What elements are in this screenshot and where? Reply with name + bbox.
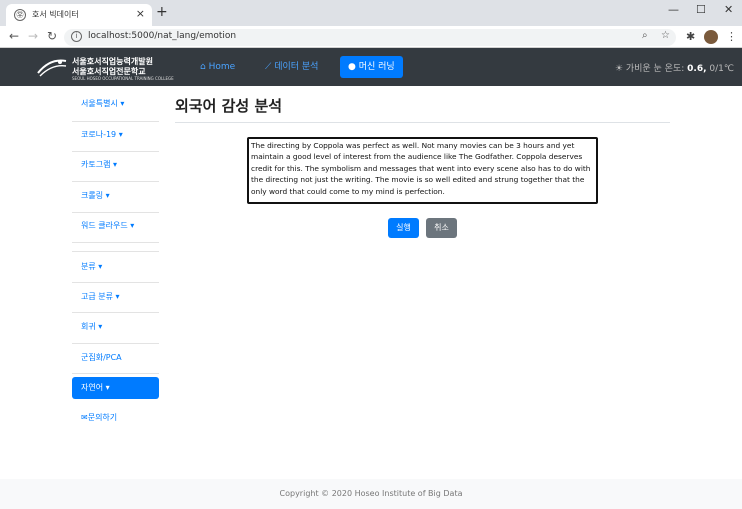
sidebar-item-corona[interactable]: 코로나-19 ▾ <box>72 124 159 146</box>
nav-data-analysis-label: 데이터 분석 <box>274 62 319 72</box>
sidebar-item-contact[interactable]: ✉문의하기 <box>72 407 159 429</box>
bookmark-star-icon[interactable]: ☆ <box>661 30 670 41</box>
temp-unit: 0/1℃ <box>709 64 734 74</box>
college-logo-icon <box>37 59 67 77</box>
back-icon[interactable]: ← <box>9 29 19 43</box>
forward-icon[interactable]: → <box>28 29 38 43</box>
zoom-icon[interactable]: ⌕ <box>642 30 648 41</box>
logo-text-line3: SEOUL HOSEO OCCUPATIONAL TRAINING COLLEG… <box>72 76 174 81</box>
run-button[interactable]: 실행 <box>388 218 419 238</box>
url-input[interactable]: i localhost:5000/nat_lang/emotion ⌕ ☆ <box>64 29 676 46</box>
sidebar-divider <box>72 251 159 252</box>
nav-data-analysis-link[interactable]: ⟋ 데이터 분석 <box>257 56 326 78</box>
envelope-icon: ✉ <box>81 413 88 422</box>
info-icon[interactable]: i <box>71 31 82 42</box>
review-text-input[interactable]: The directing by Coppola was perfect as … <box>247 137 598 204</box>
browser-tab[interactable]: ㉾ 호서 빅데이터 × <box>6 4 152 26</box>
sidebar-divider <box>72 121 159 122</box>
nav-home-label: Home <box>208 62 236 72</box>
sidebar-divider <box>72 181 159 182</box>
window-close-icon[interactable]: ✕ <box>724 3 733 16</box>
reload-icon[interactable]: ↻ <box>47 29 57 43</box>
sidebar-divider <box>72 373 159 374</box>
sidebar-divider <box>72 151 159 152</box>
nav-home-link[interactable]: ⌂ Home <box>192 56 243 78</box>
copyright-text: Copyright © 2020 Hoseo Institute of Big … <box>279 489 463 498</box>
title-divider <box>175 122 670 123</box>
address-bar: ← → ↻ i localhost:5000/nat_lang/emotion … <box>0 26 742 48</box>
temp-value: 0.6 <box>687 64 704 74</box>
maximize-icon[interactable]: ☐ <box>696 3 706 16</box>
menu-kebab-icon[interactable]: ⋮ <box>726 30 737 43</box>
sidebar-item-classification[interactable]: 분류 ▾ <box>72 256 159 278</box>
sidebar-item-natural-language[interactable]: 자연어 ▾ <box>72 377 159 399</box>
chart-icon: ⟋ <box>265 62 272 72</box>
sidebar-divider <box>72 282 159 283</box>
app-navbar: 서울호서직업능력개발원 서울호서직업전문학교 SEOUL HOSEO OCCUP… <box>0 48 742 86</box>
sidebar-item-crawling[interactable]: 크롤링 ▾ <box>72 185 159 207</box>
brain-icon: ● <box>348 62 356 72</box>
sidebar-item-clustering-pca[interactable]: 군집화/PCA <box>72 347 159 369</box>
footer: Copyright © 2020 Hoseo Institute of Big … <box>0 479 742 509</box>
profile-avatar[interactable] <box>704 30 718 44</box>
sidebar-item-contact-label: 문의하기 <box>87 413 118 422</box>
favicon-icon: ㉾ <box>14 9 26 21</box>
temp-label: 가비운 눈 온도: <box>625 64 685 74</box>
tab-title: 호서 빅데이터 <box>32 10 79 19</box>
sidebar-item-advanced-classification[interactable]: 고급 분류 ▾ <box>72 286 159 308</box>
temp-icon: ☀ <box>614 64 623 74</box>
extensions-icon[interactable]: ✱ <box>686 30 695 43</box>
cancel-button[interactable]: 취소 <box>426 218 457 238</box>
sidebar-item-cartogram[interactable]: 카토그램 ▾ <box>72 154 159 176</box>
url-text[interactable]: localhost:5000/nat_lang/emotion <box>88 31 236 41</box>
sidebar-item-regression[interactable]: 회귀 ▾ <box>72 316 159 338</box>
minimize-icon[interactable]: — <box>668 3 679 16</box>
temperature-readout: ☀ 가비운 눈 온도: 0.6, 0/1℃ <box>614 64 734 74</box>
sidebar-item-wordcloud[interactable]: 워드 클라우드 ▾ <box>72 215 159 237</box>
new-tab-icon[interactable]: + <box>156 4 168 20</box>
sidebar-divider <box>72 343 159 344</box>
sidebar-divider <box>72 242 159 243</box>
browser-tabstrip: ㉾ 호서 빅데이터 × + — ☐ ✕ <box>0 0 742 26</box>
tab-close-icon[interactable]: × <box>136 7 145 20</box>
page-title: 외국어 감성 분석 <box>175 97 283 115</box>
nav-machine-learning-link[interactable]: ● 머신 러닝 <box>340 56 403 78</box>
sidebar-item-seoul[interactable]: 서울특별시 ▾ <box>72 93 159 115</box>
sidebar-divider <box>72 312 159 313</box>
nav-machine-learning-label: 머신 러닝 <box>358 62 395 72</box>
home-icon: ⌂ <box>200 62 206 72</box>
sidebar-divider <box>72 212 159 213</box>
